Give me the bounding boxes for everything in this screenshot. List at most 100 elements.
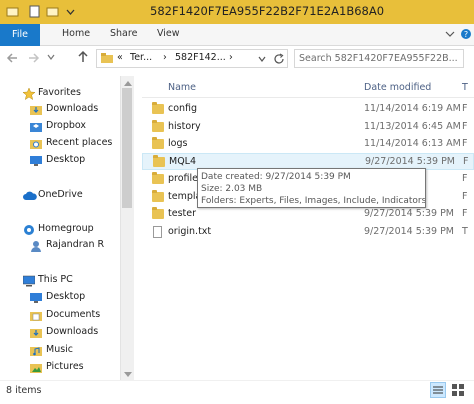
tooltip-folders: Folders: Experts, Files, Images, Include… (201, 196, 426, 206)
file-type: F (462, 191, 468, 202)
properties-icon[interactable] (28, 5, 41, 18)
breadcrumb-current[interactable]: 582F142... (175, 52, 226, 63)
chevron-down-icon[interactable] (64, 5, 77, 18)
navigation-pane: Favorites Downloads Dropbox Recent place… (0, 76, 134, 380)
search-input[interactable]: Search 582F1420F7EA955F22B... (294, 49, 464, 68)
folder-icon (152, 172, 164, 184)
computer-icon (22, 275, 36, 287)
file-type: F (462, 138, 468, 149)
desktop-icon (30, 292, 42, 303)
details-view-icon[interactable] (430, 382, 446, 398)
sidebar-item-label: Pictures (46, 361, 84, 372)
file-name: origin.txt (168, 226, 212, 237)
chevron-down-icon[interactable] (46, 52, 56, 65)
downloads-icon (30, 104, 42, 115)
tab-share[interactable]: Share (110, 28, 137, 39)
file-type: F (462, 121, 468, 132)
file-date: 11/14/2014 6:13 AM (364, 138, 461, 149)
breadcrumb-separator[interactable]: › (163, 52, 167, 63)
address-bar[interactable]: « Ter... › 582F142... › (96, 49, 288, 68)
homegroup-icon (23, 224, 35, 235)
folder-icon (152, 137, 164, 149)
file-date: 9/27/2014 5:39 PM (364, 226, 455, 237)
list-item[interactable]: config 11/14/2014 6:19 AM F (142, 101, 474, 118)
text-file-icon (153, 226, 162, 238)
nav-onedrive-label: OneDrive (38, 189, 83, 200)
folder-icon (152, 190, 164, 202)
tab-view[interactable]: View (157, 28, 180, 39)
tab-home[interactable]: Home (62, 28, 90, 39)
up-arrow-icon[interactable] (76, 50, 90, 67)
column-header-name[interactable]: Name (168, 82, 196, 93)
svg-text:?: ? (464, 30, 468, 39)
user-icon (30, 240, 42, 252)
breadcrumb-overflow[interactable]: « (117, 52, 123, 63)
new-folder-icon[interactable] (46, 5, 59, 18)
file-name: history (168, 121, 201, 132)
file-type: F (462, 173, 468, 184)
breadcrumb-terminal[interactable]: Ter... (130, 52, 152, 63)
refresh-icon[interactable] (273, 53, 285, 68)
status-bar (0, 380, 474, 404)
nav-scrollbar-thumb[interactable] (122, 88, 132, 208)
tooltip-size: Size: 2.03 MB (201, 184, 263, 194)
folder-icon (152, 102, 164, 114)
music-icon (30, 345, 42, 356)
sidebar-item-label: Documents (46, 309, 101, 320)
list-item[interactable]: history 11/13/2014 6:45 AM F (142, 119, 474, 136)
sidebar-item-label: Music (46, 344, 74, 355)
desktop-icon (30, 155, 42, 166)
folder-icon (152, 120, 164, 132)
file-date: 9/27/2014 5:39 PM (364, 208, 455, 219)
list-item[interactable]: origin.txt 9/27/2014 5:39 PM T (142, 224, 474, 241)
large-icons-view-icon[interactable] (450, 382, 466, 398)
star-icon (22, 87, 36, 101)
file-type: F (462, 103, 468, 114)
recent-places-icon (30, 138, 42, 149)
forward-arrow-icon[interactable] (26, 51, 40, 68)
sidebar-item-label: Desktop (46, 291, 86, 302)
dropbox-icon (30, 121, 42, 132)
file-date: 11/13/2014 6:45 AM (364, 121, 461, 132)
file-name: tester (168, 208, 196, 219)
file-date: 11/14/2014 6:19 AM (364, 103, 461, 114)
sidebar-item-label: Rajandran R (46, 239, 105, 250)
documents-icon (30, 310, 42, 321)
nav-homegroup-label: Homegroup (38, 223, 94, 234)
folder-icon (101, 53, 113, 67)
sidebar-item-label: Downloads (46, 103, 99, 114)
sidebar-item-label: Desktop (46, 154, 86, 165)
chevron-down-icon[interactable] (257, 54, 267, 67)
help-icon[interactable]: ? (460, 28, 472, 43)
column-header-type[interactable]: T (462, 82, 468, 93)
sidebar-item-label: Recent places (46, 137, 113, 148)
file-type: T (462, 226, 468, 237)
window-title: 582F1420F7EA955F22B2F71E2A1B68A0 (150, 4, 385, 18)
tab-file[interactable]: File (0, 24, 40, 46)
folder-icon (152, 207, 164, 219)
column-header-date[interactable]: Date modified (364, 82, 431, 93)
cloud-icon (23, 190, 37, 201)
chevron-down-icon[interactable] (444, 28, 456, 43)
back-arrow-icon[interactable] (6, 51, 20, 68)
list-item[interactable]: logs 11/14/2014 6:13 AM F (142, 136, 474, 153)
file-name: logs (168, 138, 188, 149)
title-bar: 582F1420F7EA955F22B2F71E2A1B68A0 (0, 0, 474, 24)
file-type: F (463, 156, 469, 167)
pictures-icon (30, 362, 42, 373)
folder-icon (6, 5, 19, 18)
folder-icon (153, 155, 165, 167)
list-item[interactable]: tester 9/27/2014 5:39 PM F (142, 206, 474, 223)
ribbon-tabs: File Home Share View ? (0, 24, 474, 46)
sidebar-item-label: Downloads (46, 326, 99, 337)
file-name: MQL4 (169, 156, 197, 167)
column-headers: Name Date modified T (142, 76, 474, 98)
file-name: profile (168, 173, 199, 184)
item-count: 8 items (6, 385, 42, 396)
nav-favorites-label: Favorites (38, 87, 81, 98)
file-type: F (462, 208, 468, 219)
tooltip-date-created: Date created: 9/27/2014 5:39 PM (201, 172, 351, 182)
file-name: config (168, 103, 198, 114)
folder-tooltip: Date created: 9/27/2014 5:39 PM Size: 2.… (197, 168, 426, 208)
breadcrumb-separator[interactable]: › (229, 52, 233, 63)
